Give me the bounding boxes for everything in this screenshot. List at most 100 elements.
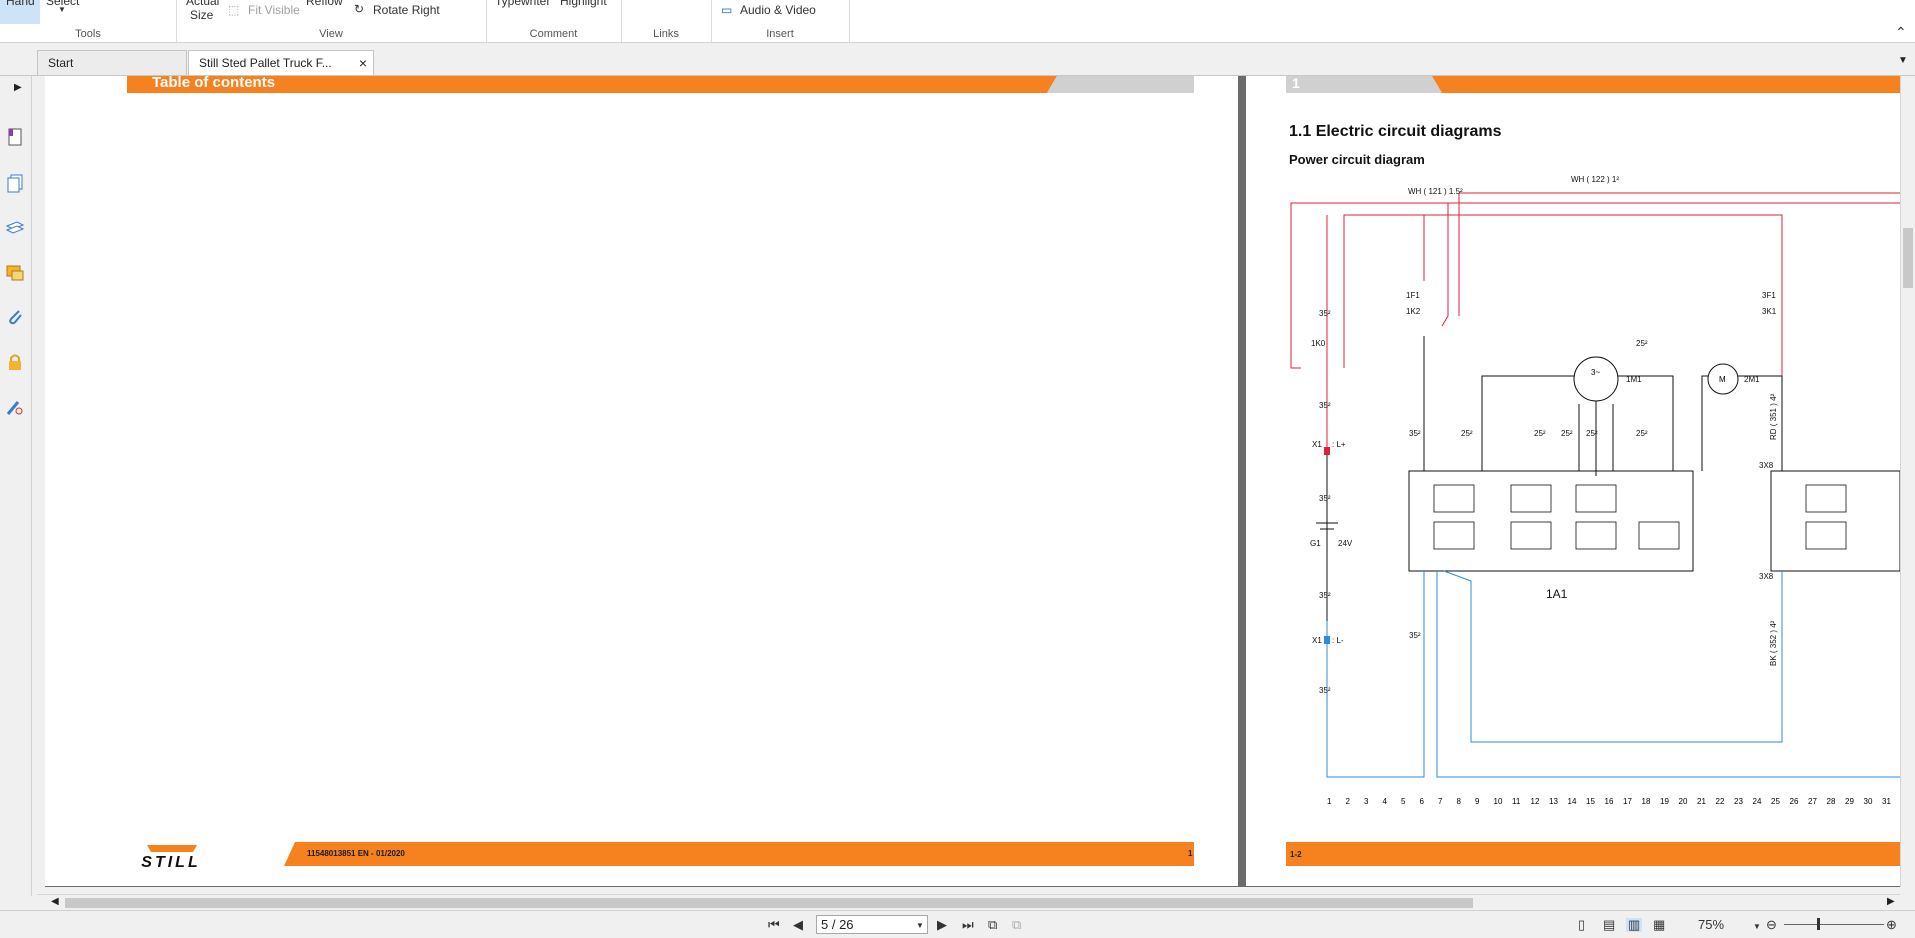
first-page-icon[interactable]: ⏮ [768, 918, 780, 932]
wire-size-label: 25² [1586, 429, 1598, 438]
horizontal-scroll-thumb[interactable] [65, 898, 1473, 908]
vertical-scroll-thumb[interactable] [1903, 228, 1913, 288]
facing-pages-icon[interactable]: ▥ [1626, 918, 1643, 932]
actual-size-button[interactable]: Actual [186, 0, 219, 8]
tab-document[interactable]: Still Sted Pallet Truck F... × [188, 50, 374, 75]
scroll-left-icon[interactable]: ◀ [51, 896, 59, 907]
power-module-switches [1433, 484, 1847, 550]
audio-video-icon: ▭ [721, 3, 733, 17]
tab-label: Start [48, 56, 74, 70]
ribbon-toolbar: Hand Select ▼ Tools Actual Size ⬚ Fit Vi… [0, 0, 1915, 43]
last-page-icon[interactable]: ⏭ [962, 918, 974, 932]
single-page-icon[interactable]: ▯ [1578, 918, 1585, 932]
x1-minus-connector [1324, 636, 1330, 644]
fit-visible-icon: ⬚ [228, 3, 240, 17]
actual-size-label: Size [190, 8, 214, 22]
wire-size-label: 25² [1534, 429, 1546, 438]
rotate-right-icon: ↻ [354, 2, 365, 16]
fuse-1f1-label: 1F1 [1406, 291, 1420, 300]
insert-group-label: Insert [766, 28, 794, 40]
horizontal-scrollbar[interactable]: ◀ ▶ [37, 894, 1900, 911]
security-lock-icon[interactable] [4, 351, 26, 373]
tools-group-label: Tools [75, 28, 101, 40]
layers-icon[interactable] [4, 217, 26, 239]
typewriter-button[interactable]: Typewriter [495, 0, 550, 8]
ribbon-group-comment: Typewriter Highlight Comment [486, 0, 622, 42]
x1-plus-label: X1 [1312, 440, 1322, 449]
battery-voltage-label: 24V [1338, 539, 1353, 548]
reflow-button[interactable]: Reflow [306, 0, 343, 8]
wire-size-label: 35² [1409, 429, 1421, 438]
ruler-number: 22 [1716, 797, 1725, 806]
continuous-facing-icon[interactable]: ▦ [1653, 918, 1665, 932]
ruler-number: 24 [1753, 797, 1762, 806]
bookmarks-icon[interactable] [4, 126, 26, 148]
page-number-input[interactable]: 5 / 26 [816, 915, 928, 934]
document-view[interactable]: Table of contents 11548013851 EN - 01/20… [45, 76, 1900, 887]
ruler-number: 20 [1679, 797, 1688, 806]
ruler-number: 8 [1457, 797, 1462, 806]
still-logo-text: STILL [141, 854, 201, 871]
next-page-icon[interactable]: ▶ [937, 918, 947, 932]
previous-page-icon[interactable]: ◀ [793, 918, 803, 932]
zoom-slider-track[interactable] [1784, 924, 1884, 925]
ruler-number: 7 [1438, 797, 1443, 806]
ruler-number: 23 [1734, 797, 1743, 806]
contactor-1k2-label: 1K2 [1406, 307, 1421, 316]
x1-minus-label: X1 [1312, 636, 1322, 645]
comments-icon[interactable] [4, 262, 26, 284]
motor-1m1-glyph: 3~ [1591, 368, 1600, 377]
ribbon-group-links: Links [621, 0, 712, 42]
ruler-number: 2 [1346, 797, 1351, 806]
motor-2m1-label: 2M1 [1744, 375, 1760, 384]
wire-label-bk352: BK ( 352 ) 4² [1769, 620, 1778, 666]
zoom-dropdown-icon[interactable]: ▼ [1753, 920, 1761, 934]
zoom-slider-thumb[interactable] [1817, 918, 1820, 930]
zoom-level[interactable]: 75% [1698, 918, 1724, 932]
ribbon-group-insert: ▭ Audio & Video Insert [711, 0, 850, 42]
signature-icon[interactable] [4, 396, 26, 418]
fit-visible-button[interactable]: Fit Visible [248, 3, 300, 17]
pdf-page-left: Table of contents 11548013851 EN - 01/20… [45, 76, 1238, 886]
select-dropdown-icon[interactable]: ▼ [58, 5, 66, 14]
audio-video-button[interactable]: Audio & Video [740, 3, 816, 17]
wire-size-label: 25² [1561, 429, 1573, 438]
wire-size-label: 35² [1319, 309, 1331, 318]
attachments-icon[interactable] [4, 306, 26, 328]
ruler-number: 28 [1827, 797, 1836, 806]
ribbon-group-tools: Hand Select ▼ Tools [0, 0, 177, 42]
toc-header: Table of contents [152, 76, 276, 91]
hand-tool-label: Hand [6, 0, 35, 8]
tab-start[interactable]: Start [37, 50, 187, 75]
ruler-number: 25 [1771, 797, 1780, 806]
page-dropdown-icon[interactable]: ▼ [916, 919, 924, 933]
scroll-right-icon[interactable]: ▶ [1887, 896, 1895, 907]
wire-size-label: 35² [1319, 494, 1331, 503]
ruler-number: 30 [1864, 797, 1873, 806]
wire-size-label: 25² [1636, 339, 1648, 348]
wire-size-label: 25² [1461, 429, 1473, 438]
ruler-number: 16 [1605, 797, 1614, 806]
l-minus-label: : L- [1332, 636, 1344, 645]
highlight-button[interactable]: Highlight [560, 0, 607, 8]
ruler-number: 26 [1790, 797, 1799, 806]
tab-bar: Start Still Sted Pallet Truck F... × ▼ [0, 43, 1915, 76]
vertical-scrollbar[interactable] [1900, 76, 1915, 887]
previous-view-icon[interactable]: ⧉ [988, 918, 997, 932]
ruler-number: 13 [1549, 797, 1558, 806]
navigation-panel: ▶ [0, 76, 32, 896]
connector-3x8-bottom-label: 3X8 [1759, 572, 1774, 581]
expand-panel-icon[interactable]: ▶ [14, 82, 22, 93]
close-tab-icon[interactable]: × [359, 51, 367, 76]
collapse-ribbon-icon[interactable]: ⌃ [1895, 24, 1907, 41]
ruler-number: 4 [1383, 797, 1388, 806]
rotate-right-button[interactable]: Rotate Right [373, 3, 440, 17]
next-view-icon[interactable]: ⧉ [1012, 918, 1021, 932]
pages-icon[interactable] [4, 172, 26, 194]
zoom-out-icon[interactable]: ⊖ [1766, 918, 1777, 932]
continuous-page-icon[interactable]: ▤ [1603, 918, 1615, 932]
ruler-number: 10 [1494, 797, 1503, 806]
tab-list-dropdown-icon[interactable]: ▼ [1898, 55, 1908, 66]
wire-size-label: 35² [1319, 686, 1331, 695]
zoom-in-icon[interactable]: ⊕ [1886, 918, 1897, 932]
